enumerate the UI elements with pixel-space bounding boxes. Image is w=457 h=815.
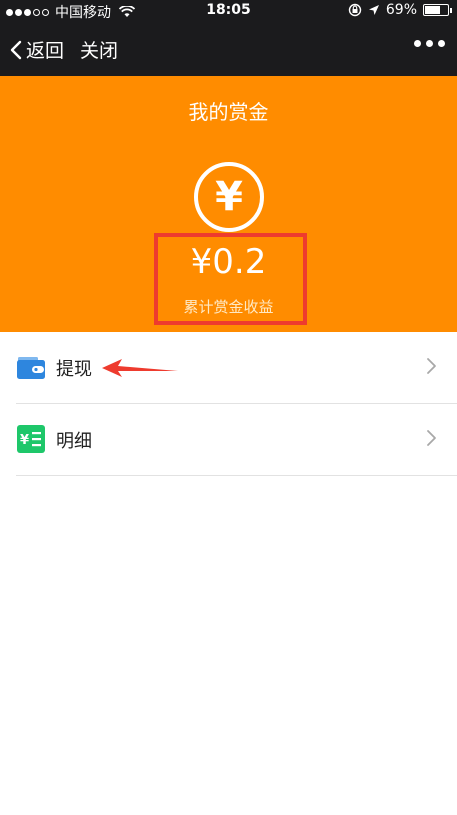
more-options-icon[interactable] (414, 40, 445, 47)
red-arrow-annotation (102, 359, 178, 377)
nav-bar: 返回 关闭 (0, 22, 457, 76)
wallet-icon (17, 357, 45, 379)
list-item-label: 明细 (56, 431, 92, 452)
battery-icon (423, 4, 452, 16)
list-item-label: 提现 (56, 359, 92, 380)
total-amount: ¥0.2 (190, 242, 267, 282)
back-label: 返回 (26, 40, 65, 62)
back-button[interactable]: 返回 (10, 36, 64, 63)
bounty-header: 我的赏金 ¥ ¥0.2 累计赏金收益 (0, 76, 457, 332)
list-item-details[interactable]: ¥ 明细 (0, 404, 457, 475)
divider (16, 475, 457, 476)
status-bar: 中国移动 18:05 69% (0, 0, 457, 22)
list-item-withdraw[interactable]: 提现 (0, 332, 457, 403)
coin-symbol: ¥ (215, 174, 243, 220)
ledger-icon: ¥ (17, 425, 45, 453)
svg-text:¥: ¥ (20, 433, 29, 448)
total-amount-label: 累计赏金收益 (183, 298, 274, 316)
battery-percent: 69% (385, 2, 417, 18)
page-title: 我的赏金 (188, 100, 269, 124)
rotation-lock-icon (348, 3, 362, 17)
action-list: 提现 ¥ 明细 (0, 332, 457, 476)
chevron-right-icon (427, 430, 436, 446)
chevron-right-icon (427, 358, 436, 374)
location-arrow-icon (368, 5, 379, 15)
close-button[interactable]: 关闭 (80, 36, 118, 63)
chevron-left-icon (10, 40, 22, 59)
battery-fill (425, 6, 441, 14)
yen-coin-icon: ¥ (194, 162, 264, 232)
status-right: 69% (348, 2, 452, 18)
